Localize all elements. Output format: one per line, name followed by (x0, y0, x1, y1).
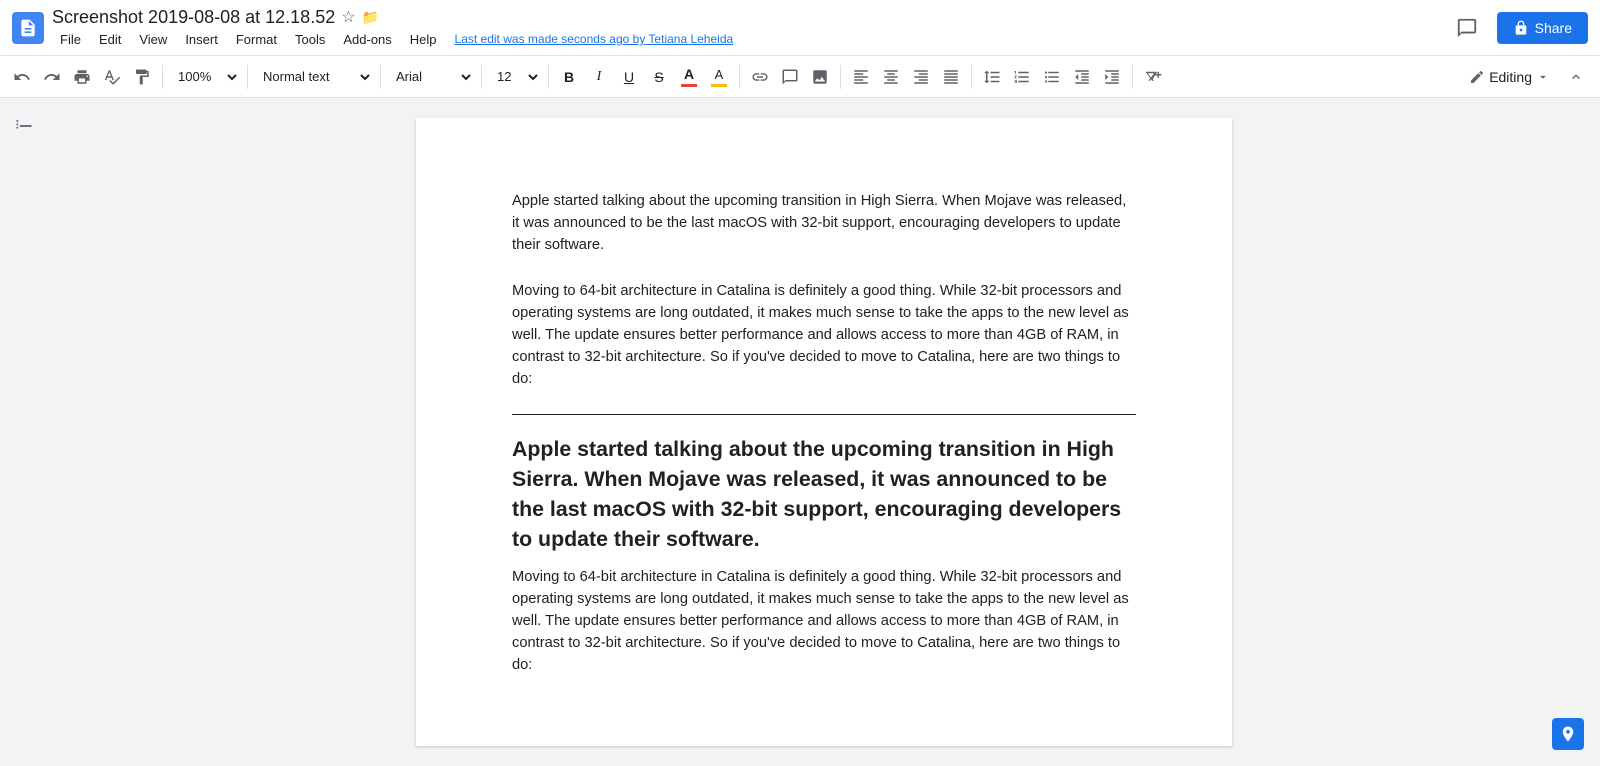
style-select[interactable]: Normal text (254, 61, 374, 93)
paragraph-2[interactable]: Moving to 64-bit architecture in Catalin… (512, 280, 1136, 390)
menu-insert[interactable]: Insert (177, 30, 226, 49)
clear-format-button[interactable] (1139, 61, 1167, 93)
document-area[interactable]: Apple started talking about the upcoming… (48, 98, 1600, 766)
doc-title[interactable]: Screenshot 2019-08-08 at 12.18.52 (52, 7, 335, 28)
top-bar: Screenshot 2019-08-08 at 12.18.52 ☆ 📁 Fi… (0, 0, 1600, 56)
bottom-right-action[interactable] (1552, 718, 1584, 750)
font-select[interactable]: Arial (387, 61, 475, 93)
share-label: Share (1535, 20, 1572, 36)
divider-6 (739, 65, 740, 89)
highlight-button[interactable]: A (705, 61, 733, 93)
folder-icon[interactable]: 📁 (362, 9, 379, 26)
italic-button[interactable]: I (585, 61, 613, 93)
collapse-toolbar-button[interactable] (1560, 61, 1592, 93)
insert-comment-button[interactable] (776, 61, 804, 93)
bold-button[interactable]: B (555, 61, 583, 93)
top-right: Share (1449, 10, 1588, 46)
underline-button[interactable]: U (615, 61, 643, 93)
title-area: Screenshot 2019-08-08 at 12.18.52 ☆ 📁 Fi… (52, 7, 1441, 49)
outline-button[interactable] (8, 110, 40, 142)
zoom-select[interactable]: 100% (169, 61, 241, 93)
menu-view[interactable]: View (131, 30, 175, 49)
paragraph-1[interactable]: Apple started talking about the upcoming… (512, 190, 1136, 256)
menu-addons[interactable]: Add-ons (335, 30, 399, 49)
divider-2 (247, 65, 248, 89)
menu-help[interactable]: Help (402, 30, 445, 49)
numbered-list-button[interactable] (1008, 61, 1036, 93)
menu-tools[interactable]: Tools (287, 30, 333, 49)
align-left-button[interactable] (847, 61, 875, 93)
text-color-button[interactable]: A (675, 61, 703, 93)
heading-1[interactable]: Apple started talking about the upcoming… (512, 435, 1136, 554)
paragraph-3[interactable]: Moving to 64-bit architecture in Catalin… (512, 566, 1136, 676)
editing-mode-button[interactable]: Editing (1461, 61, 1558, 93)
horizontal-rule (512, 414, 1136, 415)
divider-4 (481, 65, 482, 89)
divider-5 (548, 65, 549, 89)
star-icon[interactable]: ☆ (341, 7, 355, 27)
print-button[interactable] (68, 61, 96, 93)
menu-format[interactable]: Format (228, 30, 285, 49)
font-size-select[interactable]: 12 (488, 61, 542, 93)
document-page[interactable]: Apple started talking about the upcoming… (416, 118, 1232, 746)
comment-button[interactable] (1449, 10, 1485, 46)
align-right-button[interactable] (907, 61, 935, 93)
doc-icon[interactable] (12, 12, 44, 44)
bulleted-list-button[interactable] (1038, 61, 1066, 93)
line-spacing-button[interactable] (978, 61, 1006, 93)
menu-bar: File Edit View Insert Format Tools Add-o… (52, 30, 1441, 49)
editing-label: Editing (1489, 69, 1532, 85)
menu-file[interactable]: File (52, 30, 89, 49)
link-button[interactable] (746, 61, 774, 93)
justify-button[interactable] (937, 61, 965, 93)
main-area: Apple started talking about the upcoming… (0, 98, 1600, 766)
menu-edit[interactable]: Edit (91, 30, 129, 49)
divider-3 (380, 65, 381, 89)
increase-indent-button[interactable] (1098, 61, 1126, 93)
paint-format-button[interactable] (128, 61, 156, 93)
insert-image-button[interactable] (806, 61, 834, 93)
toolbar: 100% Normal text Arial 12 B I U S A A (0, 56, 1600, 98)
divider-8 (971, 65, 972, 89)
divider-9 (1132, 65, 1133, 89)
last-edit-status[interactable]: Last edit was made seconds ago by Tetian… (455, 32, 734, 46)
left-sidebar (0, 98, 48, 766)
share-button[interactable]: Share (1497, 12, 1588, 44)
undo-button[interactable] (8, 61, 36, 93)
divider-1 (162, 65, 163, 89)
divider-7 (840, 65, 841, 89)
strikethrough-button[interactable]: S (645, 61, 673, 93)
align-center-button[interactable] (877, 61, 905, 93)
decrease-indent-button[interactable] (1068, 61, 1096, 93)
spellcheck-button[interactable] (98, 61, 126, 93)
redo-button[interactable] (38, 61, 66, 93)
